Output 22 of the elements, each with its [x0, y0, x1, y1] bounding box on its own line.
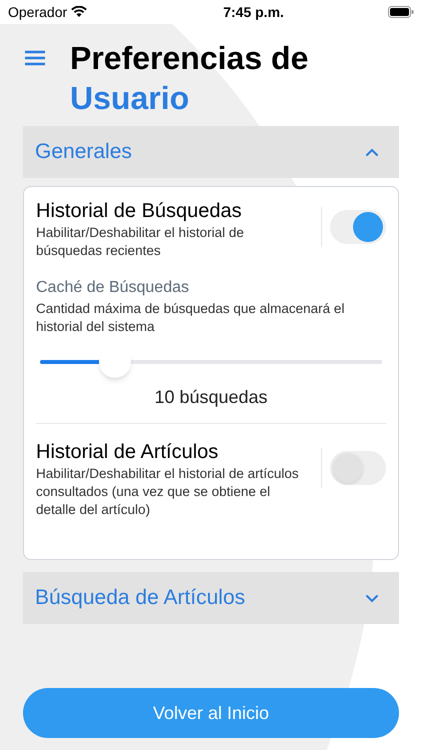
setting-description: Habilitar/Deshabilitar el historial de artículos consultados (una vez que se obtiene el detalle del artículo) [36, 465, 300, 519]
menu-icon[interactable] [24, 50, 46, 66]
page-title: Preferencias de [70, 39, 308, 78]
back-home-button[interactable]: Volver al Inicio [23, 688, 399, 738]
toggle-switch[interactable] [330, 210, 386, 244]
carrier-label: Operador [8, 2, 68, 22]
page-title-accent: Usuario [70, 79, 190, 118]
battery-icon [388, 6, 414, 18]
setting-title: Caché de Búsquedas [36, 278, 190, 298]
chevron-up-icon [365, 148, 379, 156]
slider-value: 10 búsquedas [153, 386, 269, 409]
chevron-down-icon [365, 594, 379, 602]
setting-title: Historial de Búsquedas [36, 199, 243, 224]
setting-description: Habilitar/Deshabilitar el historial de búsquedas recientes [36, 224, 245, 260]
section-header[interactable]: Generales [23, 126, 399, 178]
setting-description: Cantidad máxima de búsquedas que almacenará el historial del sistema [36, 300, 346, 336]
clock-time: 7:45 p.m. [223, 2, 284, 22]
setting-title: Historial de Artículos [36, 440, 220, 465]
wifi-icon [71, 6, 88, 18]
section-header[interactable]: Búsqueda de Artículos [23, 572, 399, 624]
slider-thumb[interactable] [99, 346, 132, 378]
toggle-switch[interactable] [330, 451, 386, 485]
